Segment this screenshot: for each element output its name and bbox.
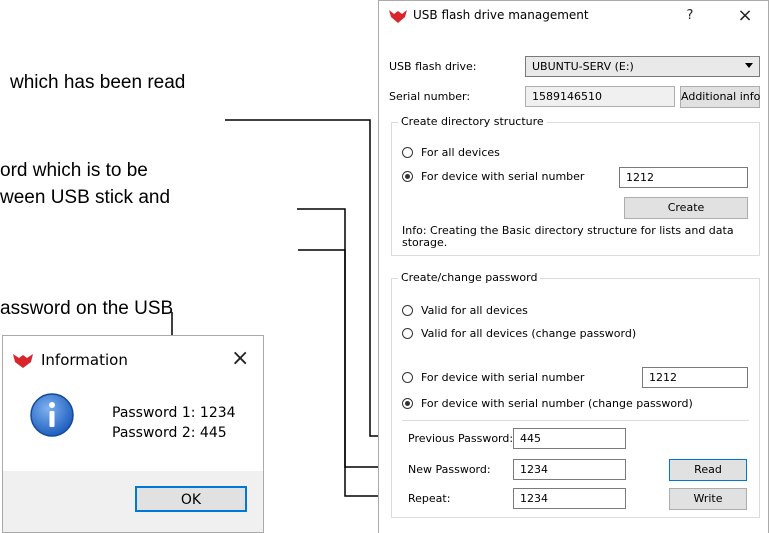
radio-pw-all-devices[interactable] [402,305,413,316]
info-dialog-title: Information [41,351,128,369]
repeat-password-input[interactable]: 1234 [513,488,626,509]
main-titlebar: USB flash drive management ? × [379,1,768,31]
dir-info-text: Info: Creating the Basic directory struc… [402,224,734,249]
info-dialog-close-icon[interactable]: × [231,346,249,371]
new-password-input[interactable]: 1234 [513,459,626,480]
serial-number-label: Serial number: [389,90,471,103]
directory-structure-title: Create directory structure [398,115,547,128]
help-icon[interactable]: ? [679,5,701,27]
directory-structure-group: Create directory structure For all devic… [391,115,760,256]
radio-pw-serial[interactable] [402,372,413,383]
radio-dir-serial[interactable] [402,171,413,182]
radio-pw-serial-label[interactable]: For device with serial number [421,371,584,384]
password-group: Create/change password Valid for all dev… [391,271,760,518]
chevron-down-icon [745,63,753,68]
radio-dir-serial-label[interactable]: For device with serial number [421,170,584,183]
radio-pw-serial-change-label[interactable]: For device with serial number (change pa… [421,397,693,410]
radio-pw-all-devices-label[interactable]: Valid for all devices [421,304,528,317]
usb-management-window: USB flash drive management ? × USB flash… [378,0,769,533]
usb-drive-label: USB flash drive: [389,60,477,73]
info-line-1: Password 1: 1234 [112,405,236,421]
usb-drive-value: UBUNTU-SERV (E:) [532,60,634,73]
password-group-title: Create/change password [398,271,541,284]
repeat-password-label: Repeat: [408,492,451,505]
radio-dir-all-devices-label[interactable]: For all devices [421,146,500,159]
close-icon[interactable]: × [734,5,756,27]
info-dialog: Information × Password 1: 1234 Password … [2,335,264,533]
usb-drive-select[interactable]: UBUNTU-SERV (E:) [525,56,760,77]
ok-button[interactable]: OK [135,486,247,512]
info-line-2: Password 2: 445 [112,425,227,441]
main-window-title: USB flash drive management [413,8,589,22]
info-dialog-titlebar: Information × [3,336,263,382]
previous-password-input[interactable]: 445 [513,428,626,449]
new-password-label: New Password: [408,463,491,476]
read-button[interactable]: Read [669,459,747,481]
previous-password-label: Previous Password: [408,432,514,445]
radio-pw-all-devices-change[interactable] [402,328,413,339]
create-button[interactable]: Create [624,197,748,219]
app-logo-icon [389,10,407,23]
radio-dir-all-devices[interactable] [402,147,413,158]
dir-serial-input[interactable]: 1212 [619,167,748,188]
write-button[interactable]: Write [669,488,747,510]
serial-number-field: 1589146510 [525,86,675,107]
radio-pw-serial-change[interactable] [402,398,413,409]
additional-info-button[interactable]: Additional info [680,86,760,108]
password-separator [402,420,749,421]
app-logo-icon [13,354,33,368]
radio-pw-all-devices-change-label[interactable]: Valid for all devices (change password) [421,327,636,340]
info-icon [30,393,74,437]
pw-serial-input[interactable]: 1212 [642,367,748,388]
